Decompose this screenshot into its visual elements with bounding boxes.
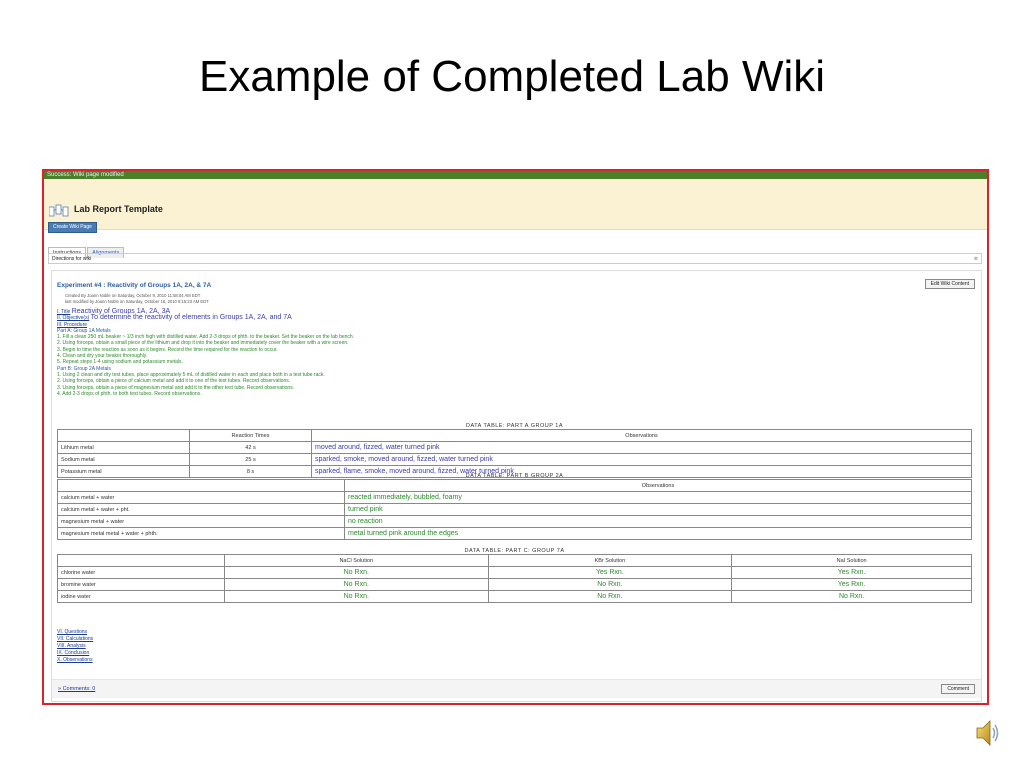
table-row: magnesium metal + water no reaction [57,515,972,528]
table-header [57,479,345,492]
table-cell: magnesium metal metal + water + phth. [57,527,345,540]
table-cell: Lithium metal [57,441,190,454]
speaker-icon[interactable] [975,716,1001,750]
link-calculations[interactable]: VII. Calculations [57,636,93,643]
success-banner: Success: Wiki page modified [44,171,987,179]
table-row: iodine water No Rxn. No Rxn. No Rxn. [57,590,972,603]
wiki-header: Lab Report Template [44,179,987,230]
table-header: NaCl Solution [224,554,489,567]
table-cell: sparked, smoke, moved around, fizzed, wa… [311,453,972,466]
link-questions[interactable]: VI. Questions [57,629,93,636]
table-row: magnesium metal metal + water + phth. me… [57,527,972,540]
table-row: calcium metal + water reacted immediatel… [57,491,972,504]
table-cell: Sodium metal [57,453,190,466]
lab-report-body: I. Title Reactivity of Groups 1A, 2A, 3A… [57,308,957,397]
objective-text: To determine the reactivity of elements … [90,314,292,322]
table-row: chlorine water No Rxn. Yes Rxn. Yes Rxn. [57,566,972,579]
table-header [57,429,190,442]
table-cell: Yes Rxn. [731,566,972,579]
table-cell: chlorine water [57,566,225,579]
table-cell: calcium metal + water + pht. [57,503,345,516]
procedure-label: III. Procedure [57,321,88,328]
data-table-part-a: DATA TABLE: PART A GROUP 1A Reaction Tim… [57,423,972,478]
table-cell: no reaction [344,515,972,528]
table-cell: 42 s [189,441,312,454]
table-cell: calcium metal + water [57,491,345,504]
table-cell: bromine water [57,578,225,591]
table-cell: reacted immediately, bubbled, foamy [344,491,972,504]
wiki-screenshot-frame: Success: Wiki page modified Lab Report T… [42,169,989,705]
wiki-content-panel: Experiment #4 : Reactivity of Groups 1A,… [51,270,982,702]
comments-link[interactable]: » Comments: 0 [58,686,95,692]
table-row: Lithium metal 42 s moved around, fizzed,… [57,441,972,454]
directions-label: Directions for wiki [52,256,92,262]
create-wiki-page-button[interactable]: Create Wiki Page [48,222,97,233]
table-cell: No Rxn. [224,578,489,591]
table-header: Observations [311,429,972,442]
edit-wiki-content-button[interactable]: Edit Wiki Content [924,279,975,289]
link-conclusion[interactable]: IX. Conclusion [57,650,93,657]
table-cell: No Rxn. [487,590,733,603]
page-metadata: Created By Joann Noble on Saturday, Octo… [65,293,209,304]
table-row: calcium metal + water + pht. turned pink [57,503,972,516]
link-observations[interactable]: X. Observations [57,657,93,664]
last-modified: last modified by Joann Noble on Saturday… [65,298,209,304]
table-cell: moved around, fizzed, water turned pink [311,441,972,454]
table-cell: No Rxn. [731,590,972,603]
table-cell: 25 s [189,453,312,466]
table-row: Sodium metal 25 s sparked, smoke, moved … [57,453,972,466]
table-row: bromine water No Rxn. No Rxn. Yes Rxn. [57,578,972,591]
table-cell: Yes Rxn. [731,578,972,591]
table-cell: No Rxn. [224,590,489,603]
table-cell: metal turned pink around the edges [344,527,972,540]
table-header: Observations [344,479,972,492]
table-cell: turned pink [344,503,972,516]
procedure-step: 4. Add 2-3 drops of phth. to both test t… [57,390,202,397]
table-cell: magnesium metal + water [57,515,345,528]
table-header: NaI Solution [731,554,972,567]
directions-bar: Directions for wiki ⊗ [48,253,982,264]
table-cell: iodine water [57,590,225,603]
objective-label: II. Objective(s) [57,315,90,322]
close-icon[interactable]: ⊗ [974,254,978,265]
table-cell: No Rxn. [487,578,733,591]
wiki-title: Lab Report Template [74,204,163,214]
created-by: Created By Joann Noble on Saturday, Octo… [65,293,201,298]
slide-title: Example of Completed Lab Wiki [198,52,826,101]
table-cell: No Rxn. [224,566,489,579]
data-table-part-c: DATA TABLE: PART C: GROUP 7A NaCl Soluti… [57,548,972,603]
comments-bar: » Comments: 0 Comment [52,679,981,698]
table-header: KBr Solution [487,554,733,567]
link-analysis[interactable]: VIII. Analysis [57,643,93,650]
wiki-pages-icon [49,204,69,217]
table-cell: Yes Rxn. [487,566,733,579]
data-table-part-b: DATA TABLE: PART B GROUP 2A Observations… [57,473,972,540]
experiment-title: Experiment #4 : Reactivity of Groups 1A,… [57,282,212,289]
section-links: VI. Questions VII. Calculations VIII. An… [57,629,93,664]
table-header [57,554,225,567]
table-header: Reaction Times [189,429,312,442]
comment-button[interactable]: Comment [941,684,975,694]
